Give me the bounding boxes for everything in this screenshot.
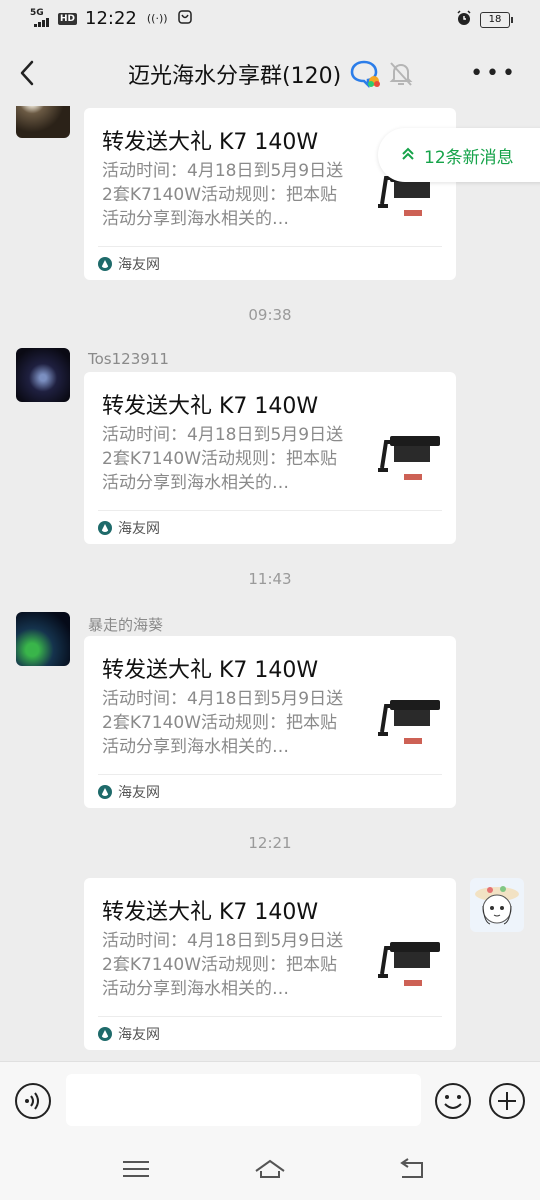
double-chevron-up-icon xyxy=(402,147,414,164)
card-description: 活动时间：4月18日到5月9日送2套K7140W活动规则：把本贴活动分享到海水相… xyxy=(102,161,344,229)
plus-icon xyxy=(489,1083,525,1119)
home-icon xyxy=(255,1159,285,1178)
chat-bubble-badge-icon xyxy=(350,60,382,89)
card-separator xyxy=(98,510,442,511)
timestamp: 12:21 xyxy=(248,834,292,852)
card-description: 活动时间：4月18日到5月9日送2套K7140W活动规则：把本贴活动分享到海水相… xyxy=(102,689,344,757)
source-label: 海友网 xyxy=(118,1027,160,1043)
source-label: 海友网 xyxy=(118,785,160,801)
menu-button[interactable] xyxy=(120,1155,152,1183)
app-notification-icon xyxy=(177,10,192,27)
emoji-icon xyxy=(435,1083,471,1119)
signal-icon: 5G xyxy=(30,7,54,29)
more-options-button[interactable]: ••• xyxy=(470,61,518,86)
link-card-message[interactable]: 转发送大礼 K7 140W 活动时间：4月18日到5月9日送2套K7140W活动… xyxy=(84,636,456,808)
avatar[interactable] xyxy=(16,612,70,666)
card-source: 海友网 xyxy=(98,1024,160,1044)
card-title: 转发送大礼 K7 140W xyxy=(102,130,319,155)
nfc-icon: ((·)) xyxy=(146,12,168,25)
bell-muted-icon xyxy=(388,60,414,88)
card-title: 转发送大礼 K7 140W xyxy=(102,900,319,925)
battery-indicator: 18 xyxy=(480,12,513,28)
menu-icon xyxy=(123,1161,149,1177)
back-nav-button[interactable] xyxy=(396,1155,428,1183)
new-messages-label: 12条新消息 xyxy=(424,147,514,168)
network-type: 5G xyxy=(30,7,44,18)
sender-name: Tos123911 xyxy=(88,350,169,368)
card-title: 转发送大礼 K7 140W xyxy=(102,658,319,683)
hd-badge: HD xyxy=(58,12,78,25)
back-nav-icon xyxy=(400,1158,423,1178)
card-title: 转发送大礼 K7 140W xyxy=(102,394,319,419)
status-bar: 5G HD 12:22 ((·)) 18 xyxy=(0,0,540,40)
source-label: 海友网 xyxy=(118,521,160,537)
chat-message-list[interactable]: 转发送大礼 K7 140W 活动时间：4月18日到5月9日送2套K7140W活动… xyxy=(0,106,540,1061)
source-label: 海友网 xyxy=(118,257,160,273)
link-card-message[interactable]: 转发送大礼 K7 140W 活动时间：4月18日到5月9日送2套K7140W活动… xyxy=(84,372,456,544)
back-arrow-icon xyxy=(20,60,34,86)
card-separator xyxy=(98,1016,442,1017)
avatar[interactable] xyxy=(16,106,70,138)
more-icon: ••• xyxy=(470,61,518,86)
source-logo-icon xyxy=(98,1027,112,1041)
input-bar xyxy=(0,1061,540,1141)
emoji-button[interactable] xyxy=(434,1082,472,1120)
source-logo-icon xyxy=(98,521,112,535)
card-description: 活动时间：4月18日到5月9日送2套K7140W活动规则：把本贴活动分享到海水相… xyxy=(102,425,344,493)
new-messages-button[interactable]: 12条新消息 xyxy=(378,128,540,182)
more-functions-button[interactable] xyxy=(488,1082,526,1120)
link-card-message[interactable]: 转发送大礼 K7 140W 活动时间：4月18日到5月9日送2套K7140W活动… xyxy=(84,878,456,1050)
card-separator xyxy=(98,246,442,247)
back-button[interactable] xyxy=(14,56,44,90)
card-thumbnail xyxy=(374,428,446,500)
card-source: 海友网 xyxy=(98,518,160,538)
source-logo-icon xyxy=(98,785,112,799)
avatar[interactable] xyxy=(16,348,70,402)
chat-header: 迈光海水分享群(120) ••• xyxy=(0,40,540,106)
card-separator xyxy=(98,774,442,775)
home-button[interactable] xyxy=(254,1155,286,1183)
sender-name: 暴走的海葵 xyxy=(88,616,164,634)
chat-title: 迈光海水分享群(120) xyxy=(128,64,342,89)
voice-icon xyxy=(15,1083,51,1119)
system-nav-bar xyxy=(0,1141,540,1200)
source-logo-icon xyxy=(98,257,112,271)
status-time: 12:22 xyxy=(85,8,137,29)
message-input[interactable] xyxy=(66,1074,421,1126)
card-source: 海友网 xyxy=(98,254,160,274)
card-description: 活动时间：4月18日到5月9日送2套K7140W活动规则：把本贴活动分享到海水相… xyxy=(102,931,344,999)
card-source: 海友网 xyxy=(98,782,160,802)
voice-button[interactable] xyxy=(14,1082,52,1120)
alarm-icon xyxy=(456,10,472,30)
card-thumbnail xyxy=(374,934,446,1006)
timestamp: 11:43 xyxy=(248,570,292,588)
timestamp: 09:38 xyxy=(248,306,292,324)
avatar-self[interactable] xyxy=(470,878,524,932)
card-thumbnail xyxy=(374,692,446,764)
